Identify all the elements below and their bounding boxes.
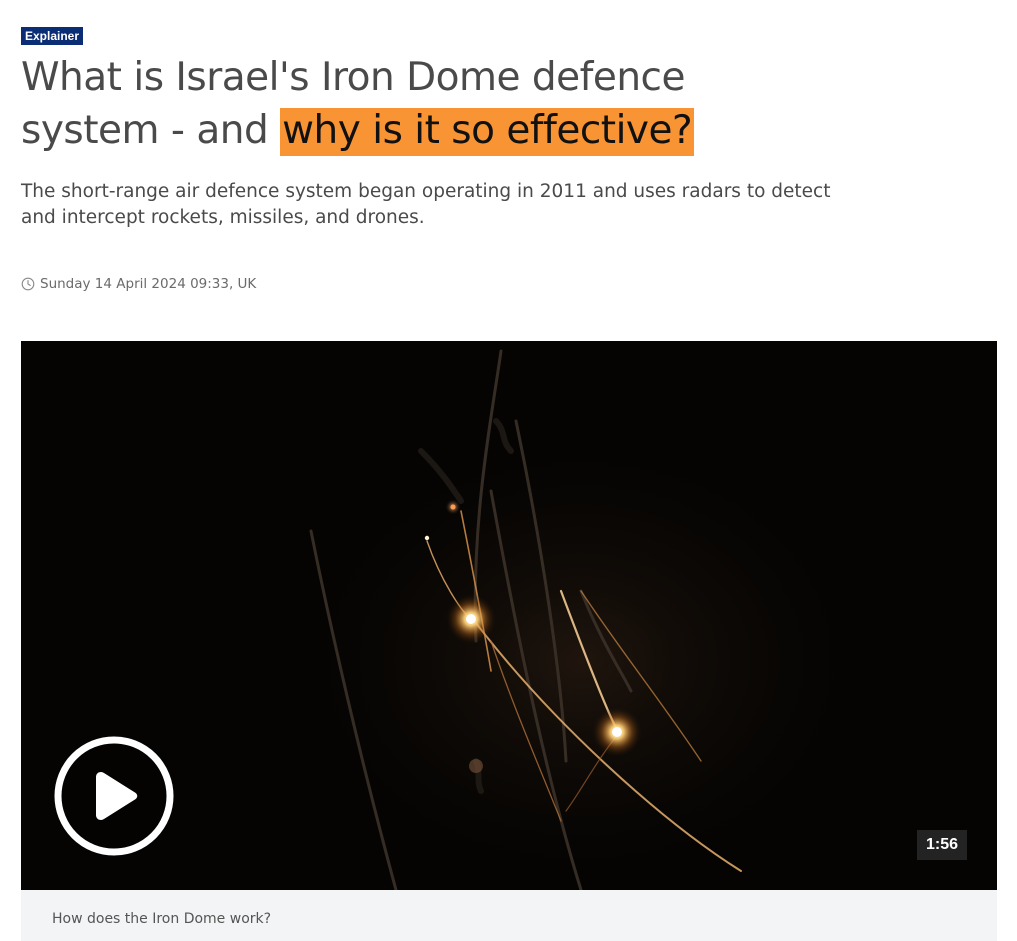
video-caption: How does the Iron Dome work? [21, 890, 997, 941]
standfirst: The short-range air defence system began… [21, 181, 831, 228]
headline-highlight: why is it so effective? [280, 108, 695, 156]
timestamp: Sunday 14 April 2024 09:33, UK [21, 276, 256, 292]
play-button[interactable] [54, 736, 174, 856]
article-header: Explainer What is Israel's Iron Dome def… [21, 27, 1011, 231]
video-duration: 1:56 [917, 830, 967, 860]
timestamp-text: Sunday 14 April 2024 09:33, UK [40, 276, 257, 292]
video-caption-text: How does the Iron Dome work? [52, 911, 272, 927]
play-icon [54, 736, 174, 856]
clock-icon [21, 277, 35, 291]
headline: What is Israel's Iron Dome defence syste… [21, 51, 741, 157]
explainer-badge[interactable]: Explainer [21, 27, 84, 45]
video-player[interactable]: 1:56 [21, 341, 997, 890]
